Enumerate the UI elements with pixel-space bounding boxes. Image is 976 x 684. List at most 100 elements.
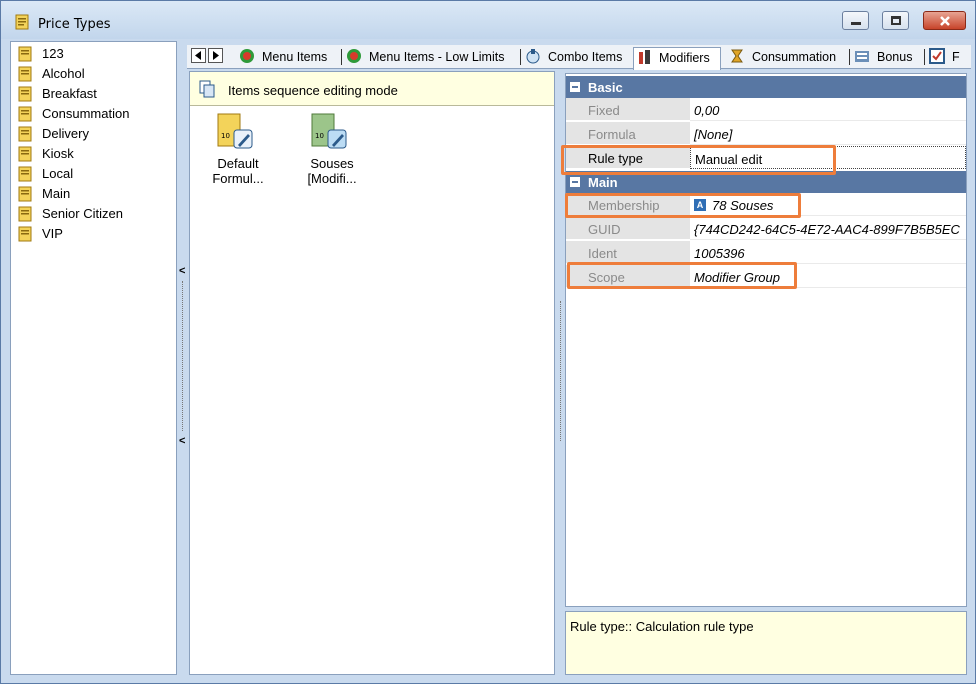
- list-item-label: Main: [42, 186, 71, 201]
- property-name-label: Ident: [588, 246, 617, 261]
- tab-label: F: [952, 50, 960, 64]
- consummation-icon: [731, 49, 743, 63]
- item-tile-default-formula[interactable]: 10 Default Formul...: [190, 112, 286, 192]
- tab-scroll-left-button[interactable]: [191, 48, 206, 63]
- property-name: Ident: [566, 241, 690, 264]
- tab-label: Menu Items - Low Limits: [369, 50, 505, 64]
- minimize-button[interactable]: [842, 11, 869, 30]
- price-type-icon: [18, 126, 32, 142]
- menu-items-icon: [240, 49, 254, 63]
- category-basic[interactable]: Basic: [566, 76, 966, 98]
- window-title: Price Types: [38, 17, 111, 32]
- rule-type-highlight: [561, 145, 836, 175]
- list-item[interactable]: Delivery: [15, 124, 175, 144]
- property-value-label: {744CD242-64C5-4E72-AAC4-899F7B5B5EC: [694, 222, 960, 237]
- right-splitter[interactable]: [557, 281, 565, 461]
- price-types-icon: [15, 14, 29, 30]
- splitter-grip: [560, 301, 561, 441]
- tab-strip: Menu Items Menu Items - Low Limits Combo…: [187, 45, 971, 70]
- tab-label: Consummation: [752, 50, 837, 64]
- tab-separator: [924, 49, 925, 65]
- property-description: Rule type:: Calculation rule type: [565, 611, 967, 675]
- list-item[interactable]: Kiosk: [15, 144, 175, 164]
- list-item-label: Senior Citizen: [42, 206, 123, 221]
- price-type-icon: [18, 206, 32, 222]
- price-types-window: Price Types 123 Alcohol Breakfast Consum…: [0, 0, 976, 684]
- collapse-icon[interactable]: [570, 82, 580, 92]
- tab-menu-items-low-limits[interactable]: Menu Items - Low Limits: [346, 47, 518, 67]
- list-item[interactable]: Senior Citizen: [15, 204, 175, 224]
- property-name: Fixed: [566, 98, 690, 121]
- tab-consummation[interactable]: Consummation: [729, 47, 847, 67]
- list-item[interactable]: Alcohol: [15, 64, 175, 84]
- price-type-icon: [18, 146, 32, 162]
- property-name-label: Fixed: [588, 103, 620, 118]
- list-item[interactable]: Main: [15, 184, 175, 204]
- property-value[interactable]: {744CD242-64C5-4E72-AAC4-899F7B5B5EC: [690, 217, 966, 240]
- scope-highlight: [567, 262, 797, 289]
- description-text: Rule type:: Calculation rule type: [570, 619, 754, 634]
- collapse-left-icon[interactable]: <: [179, 435, 185, 447]
- tab-modifiers[interactable]: Modifiers: [633, 47, 721, 70]
- svg-text:10: 10: [221, 132, 230, 140]
- tab-combo-items[interactable]: Combo Items: [525, 47, 631, 67]
- close-button[interactable]: [923, 11, 966, 30]
- tab-label: Combo Items: [548, 50, 623, 64]
- list-item-label: Alcohol: [42, 66, 85, 81]
- menu-items-low-limits-icon: [347, 49, 361, 63]
- combo-items-icon: [526, 49, 540, 64]
- price-type-icon: [18, 186, 32, 202]
- title-bar[interactable]: Price Types: [1, 1, 975, 39]
- list-item[interactable]: 123: [15, 44, 175, 64]
- membership-highlight: [565, 193, 801, 218]
- property-value[interactable]: [None]: [690, 122, 966, 145]
- list-item-label: VIP: [42, 226, 63, 241]
- tab-menu-items[interactable]: Menu Items: [239, 47, 339, 67]
- list-item-label: Kiosk: [42, 146, 74, 161]
- category-title: Main: [588, 175, 618, 190]
- maximize-icon: [891, 16, 901, 25]
- svg-text:10: 10: [315, 132, 324, 140]
- property-name-label: GUID: [588, 222, 621, 237]
- item-tile-label: Default Formul...: [190, 156, 286, 186]
- bonus-icon: [855, 51, 869, 62]
- tab-separator: [849, 49, 850, 65]
- list-item[interactable]: Breakfast: [15, 84, 175, 104]
- item-tile-souses[interactable]: 10 Souses [Modifi...: [284, 112, 380, 192]
- list-item-label: Breakfast: [42, 86, 97, 101]
- tab-bonus[interactable]: Bonus: [854, 47, 922, 67]
- property-row-fixed[interactable]: Fixed 0,00: [566, 98, 966, 122]
- price-type-icon: [18, 166, 32, 182]
- tab-label: Modifiers: [659, 51, 710, 65]
- item-tile-label: Souses [Modifi...: [284, 156, 380, 186]
- triangle-right-icon: [213, 51, 219, 60]
- property-value-label: 0,00: [694, 103, 720, 118]
- triangle-left-icon: [195, 51, 201, 60]
- collapse-left-icon[interactable]: <: [179, 265, 185, 277]
- collapse-icon[interactable]: [570, 177, 580, 187]
- category-title: Basic: [588, 80, 623, 95]
- property-name: GUID: [566, 217, 690, 240]
- property-value[interactable]: 1005396: [690, 241, 966, 264]
- tab-separator: [341, 49, 342, 65]
- left-splitter[interactable]: < <: [179, 261, 187, 461]
- minimize-icon: [851, 22, 861, 25]
- list-item[interactable]: VIP: [15, 224, 175, 244]
- maximize-button[interactable]: [882, 11, 909, 30]
- formula-item-icon: 10: [217, 113, 253, 149]
- item-label-line1: Default: [217, 156, 259, 171]
- property-name-label: Formula: [588, 127, 636, 142]
- tab-f[interactable]: F: [929, 47, 969, 67]
- list-item[interactable]: Local: [15, 164, 175, 184]
- property-value[interactable]: 0,00: [690, 98, 966, 121]
- splitter-grip: [182, 281, 183, 431]
- property-row-formula[interactable]: Formula [None]: [566, 122, 966, 146]
- list-item-label: Delivery: [42, 126, 89, 141]
- property-row-guid[interactable]: GUID {744CD242-64C5-4E72-AAC4-899F7B5B5E…: [566, 217, 966, 241]
- item-label-line1: Souses: [310, 156, 354, 171]
- property-value-label: [None]: [694, 127, 733, 142]
- list-item[interactable]: Consummation: [15, 104, 175, 124]
- tab-scroll-right-button[interactable]: [208, 48, 223, 63]
- price-type-icon: [18, 86, 32, 102]
- tab-label: Menu Items: [262, 50, 328, 64]
